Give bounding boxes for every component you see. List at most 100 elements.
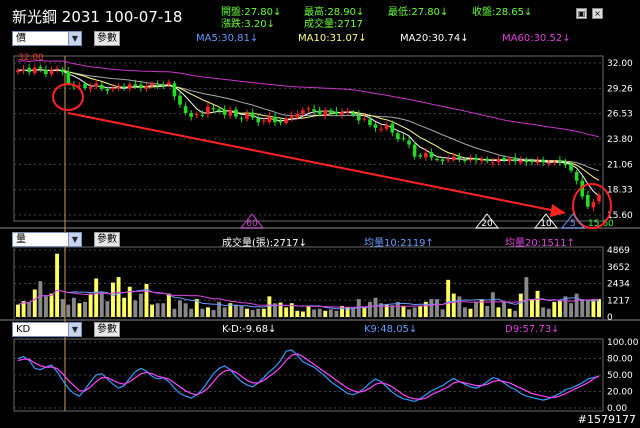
candle-body <box>289 115 294 118</box>
stock-date: 100-07-18 <box>104 8 183 26</box>
candle-body <box>161 85 166 87</box>
candle-body <box>384 125 389 129</box>
candle-body <box>77 85 82 87</box>
candle-body <box>88 87 93 89</box>
candle-body <box>211 108 216 110</box>
chevron-down-icon: ▼ <box>68 32 81 45</box>
volume-indicator-value: 量 <box>16 234 26 245</box>
candle-body <box>83 83 87 89</box>
volume-bar <box>32 289 37 317</box>
candle-body <box>373 124 378 128</box>
candle-body <box>396 133 400 139</box>
volume-bar <box>312 309 317 317</box>
volume-bar <box>557 300 562 317</box>
volume-bar <box>178 300 182 317</box>
candle-body <box>541 160 545 163</box>
candle-body <box>474 157 478 161</box>
candle-body <box>368 119 372 126</box>
volume-bar <box>390 305 395 317</box>
price-axis-tick-label: 32.00 <box>607 59 633 69</box>
volume-bar <box>513 310 518 317</box>
volume-axis-tick-label: 2434 <box>607 280 630 290</box>
candle-body <box>189 113 193 117</box>
volume-bar <box>122 297 127 317</box>
candle-body <box>518 160 523 163</box>
candle-body <box>44 70 48 75</box>
volume-value: 成交量(張):2717↓ <box>222 238 307 249</box>
volume-bar <box>552 301 557 317</box>
candle-body <box>27 68 31 73</box>
candle-body <box>502 157 506 161</box>
ma20-value: MA20:30.74↓ <box>400 33 469 44</box>
volume-bar <box>591 299 596 317</box>
volume-bar <box>166 293 171 317</box>
volume-indicator-select[interactable]: 量 ▼ <box>12 232 82 247</box>
price-params-button[interactable]: 參數 <box>94 31 120 46</box>
candle-body <box>60 69 65 73</box>
candle-body <box>446 159 450 161</box>
candle-body <box>418 155 423 157</box>
candle-body <box>457 155 462 159</box>
volume-bar <box>155 303 160 317</box>
volume-bar <box>362 307 367 317</box>
volume-bar <box>133 300 138 317</box>
ma10-line <box>17 69 600 181</box>
volume-bar <box>328 309 333 317</box>
volume-bar <box>66 304 71 317</box>
volume-bar <box>485 305 490 317</box>
candle-body <box>133 84 138 87</box>
ma60-value: MA60:30.52↓ <box>502 33 571 44</box>
restore-window-button[interactable]: ▣ <box>576 8 587 19</box>
chevron-down-icon: ▼ <box>68 233 81 246</box>
highlight-circle <box>52 83 84 111</box>
candle-body <box>21 69 26 71</box>
candle-body <box>66 71 71 84</box>
volume-bar <box>569 303 574 317</box>
trend-arrow-line <box>67 112 557 212</box>
candle-body <box>32 67 37 74</box>
volume-bar <box>435 299 439 317</box>
candle-body <box>49 70 54 75</box>
volume-bar <box>99 292 104 317</box>
volume-bar <box>585 300 590 317</box>
volume-bar <box>412 307 417 317</box>
price-axis-tick-label: 26.53 <box>607 110 633 120</box>
volume-bar <box>77 303 82 317</box>
candle-body <box>38 66 43 69</box>
candle-body <box>239 118 244 120</box>
candle-body <box>468 159 473 161</box>
candle-body <box>440 159 445 162</box>
volume-bar <box>518 293 523 317</box>
candle-body <box>591 202 596 208</box>
volume-bar <box>83 301 87 317</box>
volume-bar <box>49 293 54 317</box>
candle-body <box>250 112 255 118</box>
volume-bar <box>55 253 60 317</box>
kd-indicator-select[interactable]: KD ▼ <box>12 322 82 337</box>
candle-body <box>256 118 261 123</box>
avg-volume-20: 均量20:1511↑ <box>505 238 575 249</box>
price-axis-tick-label: 29.26 <box>607 84 633 94</box>
volume-axis-tick-label: 3652 <box>607 263 630 273</box>
volume-axis-tick-label: 0 <box>607 313 613 323</box>
kd-params-button[interactable]: 參數 <box>94 322 120 337</box>
close-window-button[interactable]: × <box>592 8 603 19</box>
watermark: #1579177 <box>577 413 636 426</box>
candle-body <box>513 157 518 162</box>
candle-body <box>301 110 305 114</box>
price-indicator-select[interactable]: 價 ▼ <box>12 31 82 46</box>
volume-bar <box>205 307 210 317</box>
volume-bar <box>507 308 512 317</box>
volume-params-button[interactable]: 參數 <box>94 232 120 247</box>
volume-bar <box>574 293 579 317</box>
candle-body <box>569 164 573 171</box>
price-axis-tick-label: 21.06 <box>607 160 633 170</box>
candle-body <box>597 194 601 202</box>
candle-body <box>412 144 417 157</box>
candle-body <box>183 106 188 114</box>
chart-canvas: 32.0029.2626.5323.8021.0618.3315.6048693… <box>0 53 640 414</box>
volume-bar <box>367 301 372 317</box>
candle-body <box>273 116 277 123</box>
candle-body <box>278 120 283 123</box>
volume-bar <box>300 311 305 317</box>
